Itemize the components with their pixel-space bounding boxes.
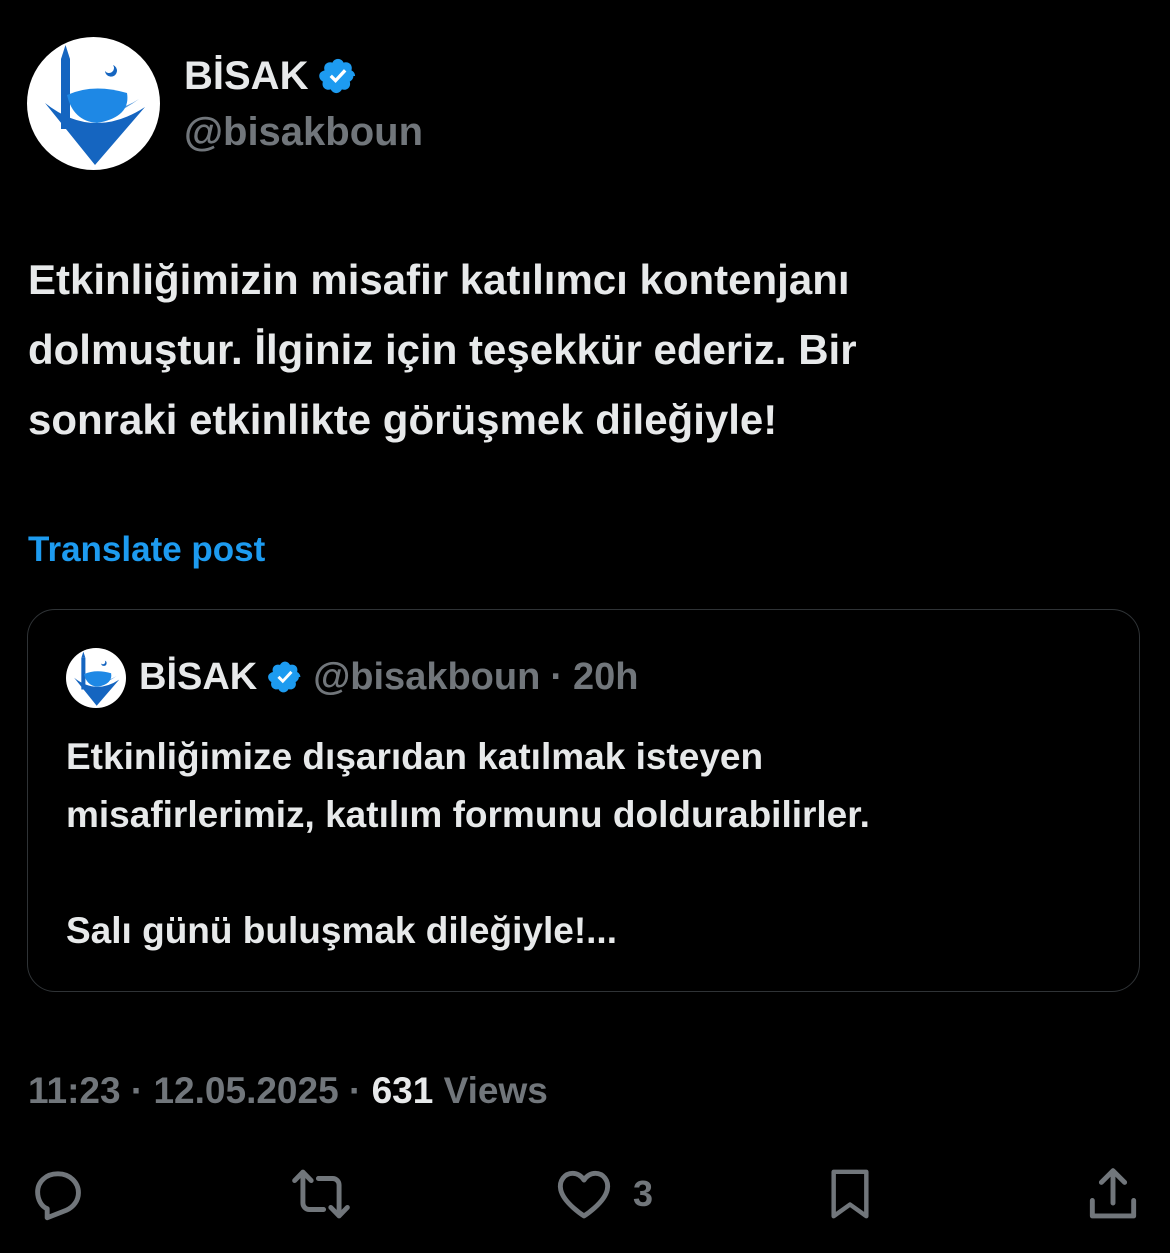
quoted-author-name: BİSAK — [139, 656, 258, 698]
avatar[interactable] — [27, 37, 160, 170]
author-name[interactable]: BİSAK — [184, 52, 308, 100]
post-time[interactable]: 11:23 — [28, 1070, 121, 1111]
reply-icon — [35, 1171, 81, 1221]
meta-separator: · — [348, 1070, 362, 1111]
quoted-time: 20h — [572, 656, 639, 698]
bisak-logo-icon — [45, 45, 145, 165]
translate-post-link[interactable]: Translate post — [28, 530, 265, 570]
reply-button[interactable] — [26, 1160, 88, 1228]
bookmark-button[interactable] — [822, 1160, 878, 1228]
verified-badge-icon — [319, 58, 356, 94]
like-count: 3 — [633, 1173, 654, 1214]
bookmark-icon — [831, 1169, 869, 1219]
views-label: Views — [443, 1070, 548, 1111]
bisak-logo-icon — [74, 651, 120, 706]
repost-icon — [292, 1169, 350, 1219]
post-text: Etkinliğimizin misafir katılımcı kontenj… — [28, 256, 857, 443]
like-button[interactable]: 3 — [553, 1160, 653, 1228]
views-count: 631 — [371, 1070, 434, 1111]
post-meta: 11:23 · 12.05.2025 · 631 Views — [28, 1068, 548, 1114]
quoted-author-handle: @bisakboun — [313, 656, 541, 698]
share-icon — [1089, 1168, 1137, 1219]
repost-button[interactable] — [288, 1160, 354, 1228]
author-handle[interactable]: @bisakboun — [184, 108, 423, 156]
quoted-header: BİSAK @bisakboun · 20h — [139, 654, 638, 700]
heart-icon — [557, 1170, 611, 1219]
share-button[interactable] — [1082, 1160, 1144, 1228]
quoted-post-card[interactable]: BİSAK @bisakboun · 20h Etkinliğimize dış… — [27, 609, 1140, 992]
quoted-avatar — [66, 648, 126, 708]
quoted-post-text: Etkinliğimize dışarıdan katılmak isteyen… — [66, 736, 870, 951]
quoted-separator: · — [550, 656, 563, 698]
post-date[interactable]: 12.05.2025 — [153, 1070, 338, 1111]
author-name-row[interactable]: BİSAK — [184, 52, 358, 100]
meta-separator: · — [130, 1070, 144, 1111]
verified-badge-icon — [268, 661, 301, 693]
